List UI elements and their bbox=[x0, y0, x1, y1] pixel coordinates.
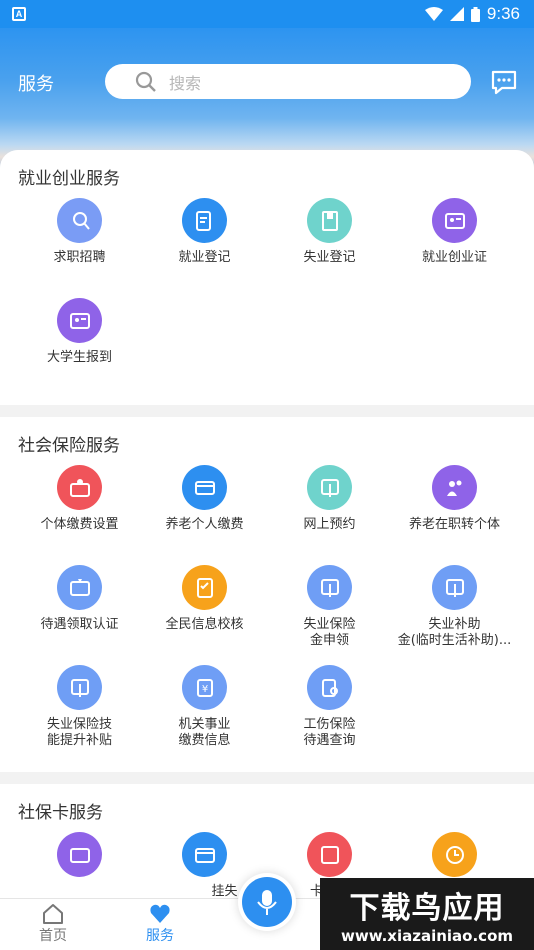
query-icon bbox=[307, 665, 352, 710]
service-item[interactable]: 就业登记 bbox=[142, 198, 267, 298]
service-item[interactable]: 就业创业证 bbox=[392, 198, 517, 298]
service-item[interactable]: 失业登记 bbox=[267, 198, 392, 298]
message-icon[interactable] bbox=[490, 68, 518, 96]
service-label: 网上预约 bbox=[303, 517, 356, 532]
job-search-icon bbox=[57, 198, 102, 243]
subsidy-icon bbox=[432, 565, 477, 610]
edit-doc-icon bbox=[182, 198, 227, 243]
service-item[interactable]: 待遇领取认证 bbox=[17, 565, 142, 665]
status-bar: A 9:36 bbox=[0, 0, 534, 28]
svg-text:¥: ¥ bbox=[201, 684, 207, 695]
id-card-icon bbox=[57, 298, 102, 343]
service-item[interactable]: 全民信息校核 bbox=[142, 565, 267, 665]
wifi-icon bbox=[424, 7, 443, 21]
nav-home[interactable]: 首页 bbox=[23, 903, 83, 945]
subsidy-icon bbox=[57, 665, 102, 710]
service-label: 养老个人缴费 bbox=[165, 517, 244, 532]
document-icon bbox=[307, 198, 352, 243]
search-icon bbox=[135, 71, 156, 92]
service-item[interactable]: 求职招聘 bbox=[17, 198, 142, 298]
service-label: 养老在职转个体 bbox=[408, 517, 500, 532]
appointment-icon bbox=[307, 465, 352, 510]
home-icon bbox=[43, 904, 63, 924]
transfer-icon bbox=[432, 465, 477, 510]
microphone-icon bbox=[257, 890, 277, 915]
heart-icon bbox=[150, 904, 170, 923]
section-social-insurance: 社会保险服务 个体缴费设置 养老个人缴费 网上预约 养老在职转个体 待遇领取认证 bbox=[0, 417, 534, 772]
service-label: 个体缴费设置 bbox=[40, 517, 119, 532]
payment-card-icon bbox=[57, 465, 102, 510]
watermark-title: 下载鸟应用 bbox=[349, 891, 505, 926]
application-icon bbox=[307, 565, 352, 610]
nav-home-label: 首页 bbox=[39, 928, 67, 944]
watermark-url: www.xiazainiao.com bbox=[340, 927, 514, 945]
card-icon bbox=[182, 832, 227, 877]
service-item[interactable]: 大学生报到 bbox=[17, 298, 142, 398]
service-item[interactable]: 失业补助 金(临时生活补助)... bbox=[392, 565, 517, 665]
service-label: 就业登记 bbox=[178, 250, 231, 265]
service-item[interactable]: 工伤保险 待遇查询 bbox=[267, 665, 392, 765]
service-label: 工伤保险 待遇查询 bbox=[303, 717, 356, 748]
section-employment: 就业创业服务 求职招聘 就业登记 失业登记 就业创业证 大学生报到 bbox=[0, 150, 534, 405]
search-input[interactable]: 搜索 bbox=[105, 64, 471, 99]
search-placeholder: 搜索 bbox=[169, 73, 202, 93]
service-item[interactable]: 养老在职转个体 bbox=[392, 465, 517, 565]
clock: 9:36 bbox=[486, 4, 520, 23]
page-title: 服务 bbox=[18, 74, 54, 95]
checklist-icon bbox=[182, 565, 227, 610]
service-item[interactable]: 个体缴费设置 bbox=[17, 465, 142, 565]
service-item[interactable]: 网上预约 bbox=[267, 465, 392, 565]
status-icons: 9:36 bbox=[424, 4, 520, 24]
service-item[interactable]: 失业保险技 能提升补贴 bbox=[17, 665, 142, 765]
service-item[interactable]: 失业保险 金申领 bbox=[267, 565, 392, 665]
service-label: 失业保险技 能提升补贴 bbox=[46, 717, 112, 748]
service-label: 就业创业证 bbox=[421, 250, 487, 265]
signal-icon bbox=[449, 7, 464, 21]
nav-service[interactable]: 服务 bbox=[130, 903, 190, 945]
service-item[interactable]: 养老个人缴费 bbox=[142, 465, 267, 565]
watermark: 下载鸟应用 www.xiazainiao.com bbox=[320, 878, 534, 950]
battery-icon bbox=[470, 6, 480, 22]
section-title: 社保卡服务 bbox=[18, 803, 103, 823]
notification-app-icon: A bbox=[12, 7, 26, 21]
card-icon bbox=[307, 832, 352, 877]
service-label: 大学生报到 bbox=[46, 350, 112, 365]
service-label: 求职招聘 bbox=[53, 250, 106, 265]
service-label: 失业登记 bbox=[303, 250, 356, 265]
payment-info-icon: ¥ bbox=[182, 665, 227, 710]
section-title: 就业创业服务 bbox=[18, 169, 120, 189]
service-label: 待遇领取认证 bbox=[40, 617, 119, 632]
clock-icon bbox=[432, 832, 477, 877]
id-card-icon bbox=[432, 198, 477, 243]
voice-button[interactable] bbox=[238, 873, 296, 931]
payment-card-icon bbox=[182, 465, 227, 510]
services-panel: 就业创业服务 求职招聘 就业登记 失业登记 就业创业证 大学生报到 社会保险服务… bbox=[0, 150, 534, 950]
certificate-icon bbox=[57, 565, 102, 610]
card-icon bbox=[57, 832, 102, 877]
nav-service-label: 服务 bbox=[146, 928, 174, 944]
service-label: 失业保险 金申领 bbox=[303, 617, 356, 648]
service-label: 失业补助 金(临时生活补助)... bbox=[397, 617, 512, 648]
service-label: 全民信息校核 bbox=[165, 617, 244, 632]
section-title: 社会保险服务 bbox=[18, 436, 120, 456]
service-label: 机关事业 缴费信息 bbox=[178, 717, 231, 748]
service-item[interactable]: ¥ 机关事业 缴费信息 bbox=[142, 665, 267, 765]
